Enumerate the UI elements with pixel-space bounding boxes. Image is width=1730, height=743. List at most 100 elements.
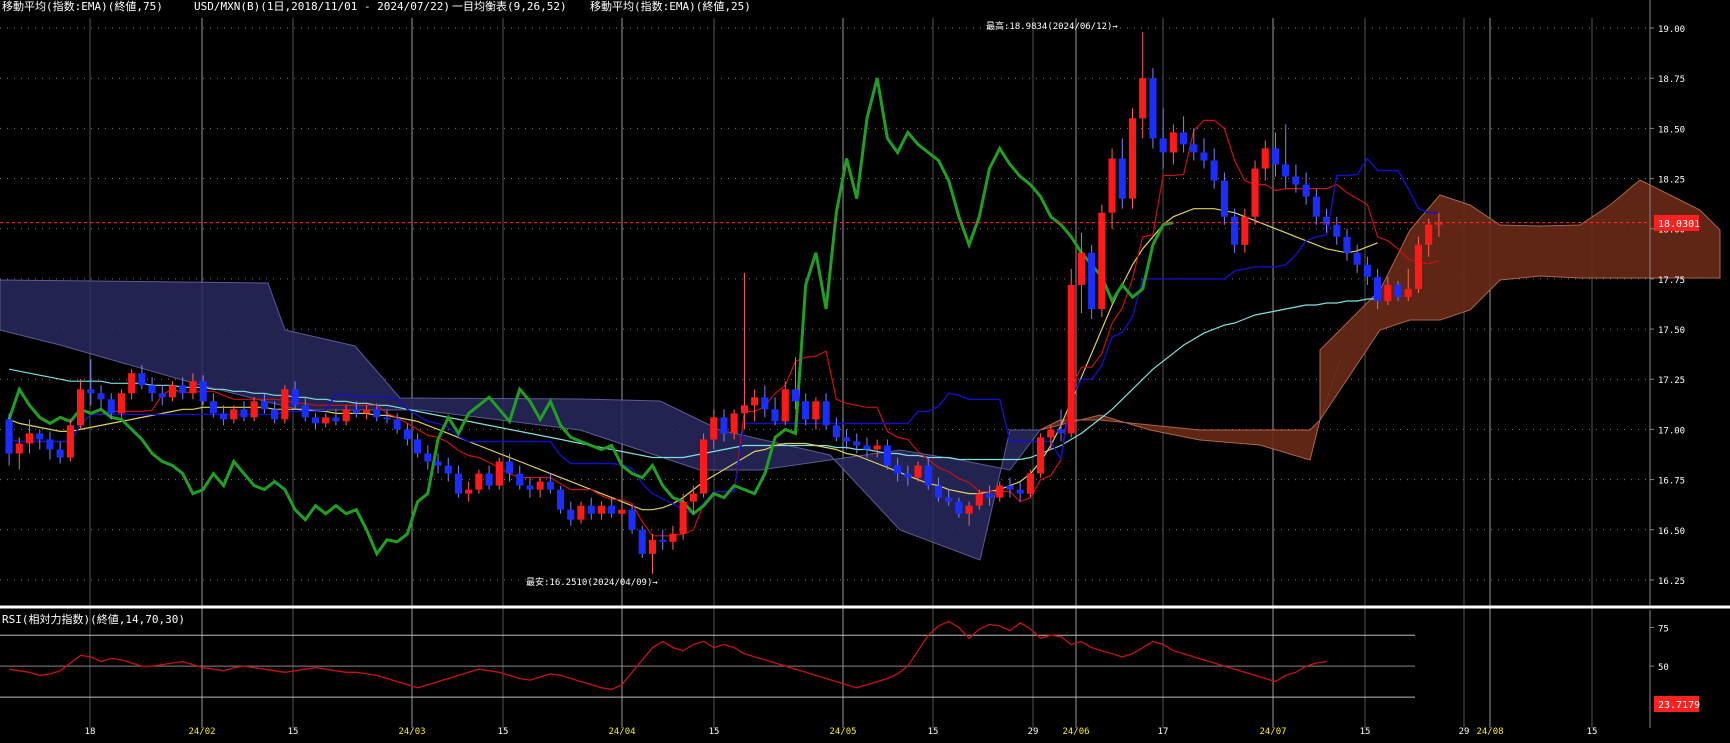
candle-body (1118, 158, 1126, 199)
candle-body (342, 409, 350, 422)
candle-body (66, 425, 74, 458)
candle-body (516, 473, 524, 486)
date-tick-label: 29 (1459, 727, 1470, 737)
candle-body (332, 417, 340, 422)
candle-body (863, 445, 871, 450)
candle-body (301, 405, 309, 418)
price-tick-label: 19.00 (1658, 25, 1685, 35)
candle-body (914, 465, 922, 478)
candle-body (454, 473, 462, 494)
candle-body (1302, 184, 1310, 197)
candle-body (393, 419, 401, 430)
candle-body (1282, 164, 1290, 177)
candle-body (730, 413, 738, 434)
date-tick-label: 15 (288, 727, 299, 737)
candle-body (934, 485, 942, 498)
rsi-title: RSI(相対力指数)(終値,14,70,30) (2, 612, 185, 626)
candle-body (1394, 284, 1402, 297)
low-annotation: 最安:16.2510(2024/04/09)→ (526, 576, 658, 588)
candle-body (1312, 196, 1320, 217)
candle-body (1190, 144, 1198, 153)
candle-body (1026, 473, 1034, 494)
candle-body (240, 409, 248, 418)
date-tick-label: 15 (1587, 727, 1598, 737)
candle-body (1271, 148, 1279, 165)
candle-body (689, 493, 697, 502)
chart-window: 移動平均(指数:EMA)(終値,75) USD/MXN(B)(1日,2018/1… (0, 0, 1730, 739)
candle-body (1057, 429, 1065, 434)
candle-body (1128, 118, 1136, 199)
candle-body (628, 509, 636, 530)
candle-body (1098, 212, 1106, 309)
candle-body (363, 409, 371, 414)
date-tick-label: 15 (498, 727, 509, 737)
candle-body (77, 389, 85, 426)
candle-body (1139, 78, 1147, 119)
candle-body (209, 401, 217, 414)
candle-body (853, 441, 861, 446)
candle-body (546, 481, 554, 490)
candle-body (1067, 284, 1075, 434)
candle-body (1404, 288, 1412, 297)
candle-body (506, 461, 514, 474)
candle-body (669, 533, 677, 542)
candle-body (1159, 138, 1167, 153)
candle-body (138, 373, 146, 386)
candle-body (965, 505, 973, 514)
price-tick-label: 17.25 (1658, 376, 1685, 386)
candle-body (597, 505, 605, 514)
candle-body (403, 429, 411, 440)
price-chart[interactable]: 移動平均(指数:EMA)(終値,75) USD/MXN(B)(1日,2018/1… (0, 0, 1730, 739)
date-tick-label: 24/04 (608, 727, 635, 737)
header-ema25-label: 移動平均(指数:EMA)(終値,25) (590, 0, 751, 13)
date-tick-label: 15 (709, 727, 720, 737)
candle-body (26, 433, 34, 444)
candle-body (771, 409, 779, 422)
candle-body (230, 409, 238, 420)
price-tick-label: 16.50 (1658, 527, 1685, 537)
candle-body (710, 417, 718, 440)
candle-body (485, 473, 493, 486)
price-tick-label: 17.75 (1658, 276, 1685, 286)
candle-body (199, 381, 207, 402)
date-tick-label: 24/08 (1476, 727, 1503, 737)
high-annotation: 最高:18.9834(2024/06/12)→ (986, 20, 1118, 32)
candle-body (1292, 176, 1300, 185)
candle-body (894, 465, 902, 474)
candle-body (281, 389, 289, 420)
date-tick-label: 24/06 (1062, 727, 1089, 737)
candle-body (843, 437, 851, 442)
candle-body (638, 529, 646, 554)
date-tick-label: 24/02 (188, 727, 215, 737)
candle-body (1210, 160, 1218, 181)
price-tick-label: 17.50 (1658, 326, 1685, 336)
date-tick-label: 15 (1360, 727, 1371, 737)
candle-body (383, 417, 391, 420)
candle-body (311, 417, 319, 424)
candle-body (1425, 224, 1433, 245)
candle-body (700, 439, 708, 494)
candle-body (822, 401, 830, 426)
candle-body (179, 385, 187, 394)
candle-body (158, 393, 166, 398)
price-tick-label: 17.00 (1658, 426, 1685, 436)
candle-body (812, 401, 820, 420)
candle-body (1200, 152, 1208, 161)
candle-body (567, 509, 575, 520)
candle-body (883, 445, 891, 466)
date-tick-label: 24/03 (398, 727, 425, 737)
candle-body (1149, 78, 1157, 139)
candle-body (36, 433, 44, 440)
candle-body (260, 401, 268, 410)
candle-body (1414, 244, 1422, 289)
price-tick-label: 16.75 (1658, 477, 1685, 487)
candle-body (924, 465, 932, 486)
candle-body (761, 397, 769, 410)
candle-body (740, 405, 748, 414)
candle-body (5, 419, 13, 454)
price-tick-label: 18.25 (1658, 176, 1685, 186)
header-symbol-label: USD/MXN(B)(1日,2018/11/01 - 2024/07/22) (194, 0, 450, 13)
candle-body (751, 397, 759, 406)
candle-body (791, 389, 799, 402)
candle-body (1241, 216, 1249, 245)
